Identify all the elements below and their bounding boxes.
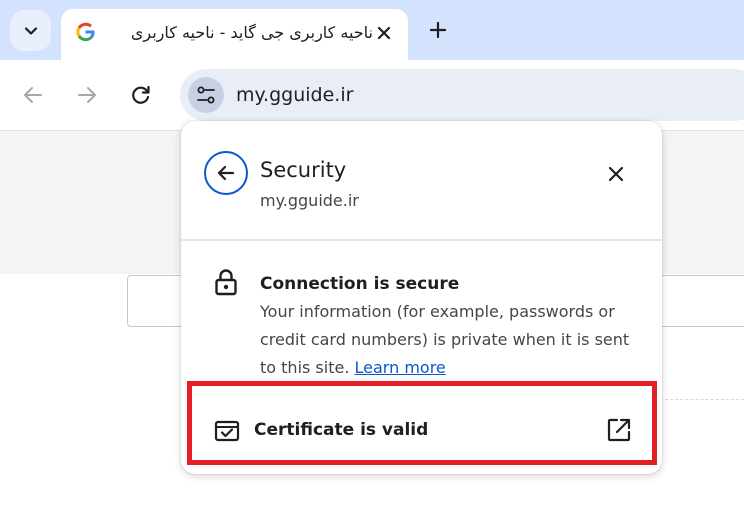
new-tab-button[interactable] — [424, 16, 452, 44]
reload-button[interactable] — [126, 80, 156, 110]
tab-search-button[interactable] — [10, 10, 51, 51]
open-in-new-icon[interactable] — [605, 416, 633, 444]
popup-title: Security — [260, 158, 347, 182]
forward-button[interactable] — [72, 80, 102, 110]
back-button[interactable] — [18, 80, 48, 110]
learn-more-link[interactable]: Learn more — [355, 358, 446, 377]
certificate-icon — [214, 420, 240, 442]
popup-subtitle: my.gguide.ir — [260, 191, 359, 210]
certificate-label: Certificate is valid — [254, 420, 429, 440]
lock-icon — [215, 269, 237, 296]
arrow-left-icon — [217, 165, 235, 181]
certificate-row[interactable]: Certificate is valid — [189, 381, 654, 463]
connection-status-title: Connection is secure — [260, 274, 460, 294]
tune-icon — [197, 86, 215, 104]
back-button-popup[interactable] — [204, 151, 248, 195]
site-info-button[interactable] — [188, 77, 224, 113]
close-icon — [377, 26, 391, 40]
google-g-icon — [76, 22, 95, 42]
tab-strip: ناحیه کاربری جی گاید - ناحیه کاربری — [0, 0, 744, 60]
arrow-left-icon — [24, 87, 42, 103]
security-popup: Security my.gguide.ir Connection is secu… — [181, 121, 662, 474]
active-tab[interactable]: ناحیه کاربری جی گاید - ناحیه کاربری — [61, 9, 408, 60]
popup-separator — [181, 239, 662, 241]
url-text[interactable]: my.gguide.ir — [236, 82, 353, 108]
tab-title: ناحیه کاربری جی گاید - ناحیه کاربری — [130, 23, 373, 42]
address-bar[interactable]: my.gguide.ir — [180, 69, 744, 121]
plus-icon — [429, 21, 447, 39]
reload-icon — [132, 85, 150, 104]
page-divider — [660, 399, 744, 400]
chevron-down-icon — [24, 26, 37, 35]
tab-title-fade — [107, 19, 133, 47]
close-icon — [608, 166, 624, 182]
close-button[interactable] — [601, 159, 631, 189]
arrow-right-icon — [78, 87, 96, 103]
tab-close-button[interactable] — [371, 20, 397, 46]
connection-description: Your information (for example, passwords… — [260, 298, 650, 382]
